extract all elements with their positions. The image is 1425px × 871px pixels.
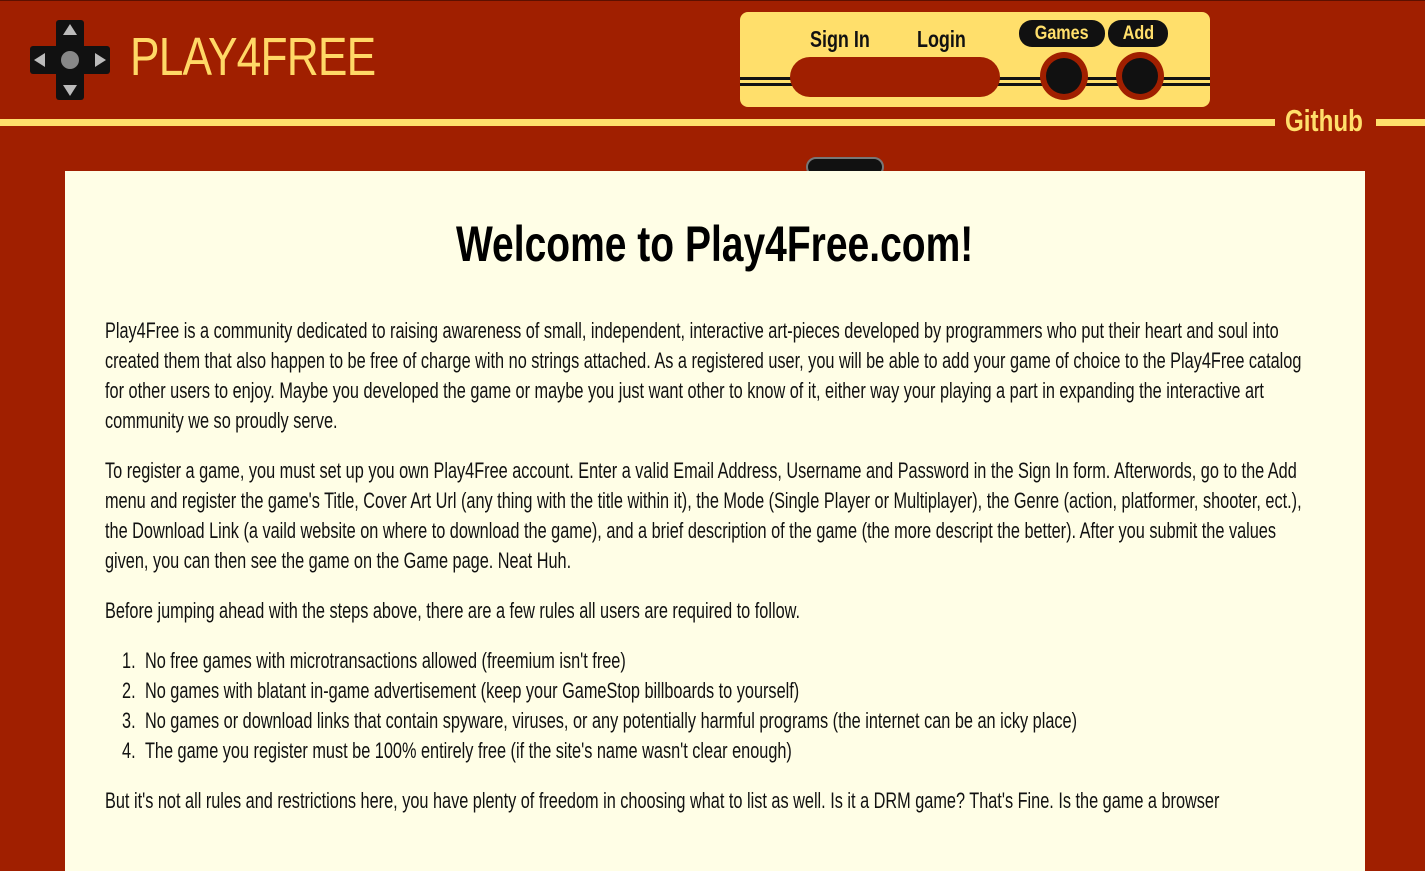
rules-list: 1. No free games with microtransactions a… xyxy=(105,646,1304,766)
games-label-text: Games xyxy=(1035,23,1089,44)
list-item-text: No free games with microtransactions all… xyxy=(144,648,626,673)
games-button[interactable] xyxy=(1040,52,1088,100)
list-item: 4. The game you register must be 100% ent… xyxy=(105,736,1304,766)
header-divider-end xyxy=(1376,119,1425,126)
list-number: 2. xyxy=(122,678,136,703)
dpad-center xyxy=(61,51,79,69)
arrow-down-icon xyxy=(63,85,77,96)
freedom-paragraph: But it's not all rules and restrictions … xyxy=(105,788,1220,813)
main-content-card: Welcome to Play4Free.com! Play4Free is a… xyxy=(65,171,1365,871)
header-divider xyxy=(0,119,1275,126)
arrow-left-icon xyxy=(34,53,45,67)
list-number: 1. xyxy=(122,648,136,673)
register-paragraph: To register a game, you must set up you … xyxy=(105,458,1302,573)
brand-logo-text[interactable]: PLAY4FREE xyxy=(130,26,376,88)
rules-intro-paragraph: Before jumping ahead with the steps abov… xyxy=(105,598,801,623)
page-title: Welcome to Play4Free.com! xyxy=(65,215,1365,273)
games-label[interactable]: Games xyxy=(1019,20,1105,47)
list-item: 1. No free games with microtransactions a… xyxy=(105,646,1304,676)
list-item-text: No games with blatant in-game advertisem… xyxy=(144,678,800,703)
list-number: 3. xyxy=(122,708,136,733)
list-number: 4. xyxy=(122,738,136,763)
add-button[interactable] xyxy=(1116,52,1164,100)
page-title-text: Welcome to Play4Free.com! xyxy=(456,216,974,272)
sign-in-label[interactable]: Sign In xyxy=(810,26,870,53)
intro-paragraph: Play4Free is a community dedicated to ra… xyxy=(105,318,1302,433)
list-item-text: No games or download links that contain … xyxy=(144,708,1078,733)
list-item: 2. No games with blatant in-game advertis… xyxy=(105,676,1304,706)
select-start-housing xyxy=(790,57,1000,97)
arrow-up-icon xyxy=(63,24,77,35)
add-label-text: Add xyxy=(1122,23,1154,44)
github-link[interactable]: Github xyxy=(1285,103,1363,139)
login-label[interactable]: Login xyxy=(917,26,966,53)
dpad-icon[interactable] xyxy=(30,20,110,100)
arrow-right-icon xyxy=(95,53,106,67)
controller-nav-panel: Sign In Login Games Add xyxy=(740,12,1210,317)
list-item: 3. No games or download links that contai… xyxy=(105,706,1304,736)
list-item-text: The game you register must be 100% entir… xyxy=(144,738,792,763)
add-label[interactable]: Add xyxy=(1108,20,1168,47)
top-border xyxy=(0,0,1425,1)
